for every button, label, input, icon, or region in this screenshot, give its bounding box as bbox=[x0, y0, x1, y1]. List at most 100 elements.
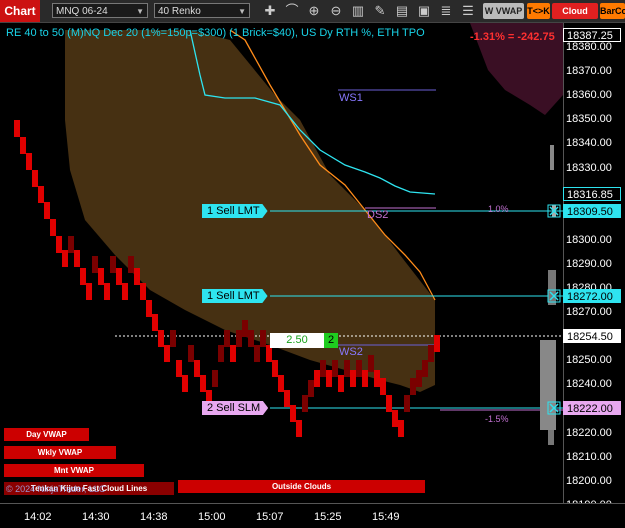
renko-brick bbox=[56, 236, 62, 253]
renko-brick bbox=[236, 330, 242, 347]
renko-brick bbox=[14, 120, 20, 137]
renko-brick bbox=[272, 360, 278, 377]
renko-brick bbox=[278, 375, 284, 392]
renko-brick bbox=[356, 360, 362, 377]
order-tag-sell-slm[interactable]: 2 Sell SLM bbox=[202, 401, 269, 415]
price-tick: 18240.00 bbox=[566, 378, 612, 391]
renko-brick bbox=[434, 335, 440, 352]
price-tick: 18300.00 bbox=[566, 233, 612, 246]
renko-brick bbox=[242, 320, 248, 337]
renko-brick bbox=[86, 283, 92, 300]
renko-brick bbox=[158, 330, 164, 347]
ws1-label: WS1 bbox=[339, 92, 363, 104]
price-tick: 18250.00 bbox=[566, 354, 612, 367]
renko-brick bbox=[308, 380, 314, 397]
price-tick: 18220.00 bbox=[566, 426, 612, 439]
renko-brick bbox=[320, 360, 326, 377]
renko-brick bbox=[410, 378, 416, 395]
price-tick: 18330.00 bbox=[566, 161, 612, 174]
renko-brick bbox=[230, 345, 236, 362]
renko-brick bbox=[200, 375, 206, 392]
renko-brick bbox=[380, 378, 386, 395]
renko-brick bbox=[164, 345, 170, 362]
renko-brick bbox=[362, 370, 368, 387]
renko-brick bbox=[20, 137, 26, 154]
renko-brick bbox=[128, 256, 134, 273]
time-tick: 14:38 bbox=[140, 511, 168, 523]
renko-brick bbox=[290, 405, 296, 422]
barco-button[interactable]: BarCo bbox=[600, 3, 625, 19]
renko-brick bbox=[260, 330, 266, 347]
renko-brick bbox=[428, 345, 434, 362]
time-tick: 15:25 bbox=[314, 511, 342, 523]
order-tag-sell-lmt-2[interactable]: 1 Sell LMT bbox=[202, 289, 268, 303]
renko-brick bbox=[74, 250, 80, 267]
renko-brick bbox=[338, 375, 344, 392]
renko-brick bbox=[386, 395, 392, 412]
renko-brick bbox=[326, 370, 332, 387]
renko-brick bbox=[32, 170, 38, 187]
position-qty[interactable]: 2 bbox=[324, 333, 338, 348]
price-tick: 18350.00 bbox=[566, 113, 612, 126]
renko-brick bbox=[146, 300, 152, 317]
price-label-top: 18387.25 bbox=[563, 28, 621, 42]
price-tick: 18210.00 bbox=[566, 450, 612, 463]
time-tick: 15:07 bbox=[256, 511, 284, 523]
price-tick: 18340.00 bbox=[566, 137, 612, 150]
price-tick: 18200.00 bbox=[566, 474, 612, 487]
chart-window: { "toolbar": { "title": "Chart", "instru… bbox=[0, 0, 625, 528]
copyright-text: © 2024 NinjaTrader, LLC bbox=[6, 484, 106, 494]
renko-brick bbox=[344, 360, 350, 377]
day-vwap-button[interactable]: Day VWAP bbox=[4, 428, 89, 441]
pct-down-label: -1.5% bbox=[485, 414, 509, 424]
position-pnl[interactable]: 2.50 bbox=[270, 333, 324, 348]
pct-up-label: 1.0% bbox=[488, 204, 509, 214]
order-tag-sell-lmt-1[interactable]: 1 Sell LMT bbox=[202, 204, 268, 218]
price-label-order2: 18272.00 bbox=[563, 289, 621, 303]
outside-clouds-button[interactable]: Outside Clouds bbox=[178, 480, 425, 493]
renko-brick bbox=[62, 250, 68, 267]
time-tick: 14:30 bbox=[82, 511, 110, 523]
renko-brick bbox=[44, 202, 50, 219]
price-label-stop: 18222.00 bbox=[563, 401, 621, 415]
renko-brick bbox=[182, 375, 188, 392]
wkly-vwap-button[interactable]: Wkly VWAP bbox=[4, 446, 116, 459]
renko-brick bbox=[368, 355, 374, 372]
renko-brick bbox=[254, 345, 260, 362]
price-tick: 18290.00 bbox=[566, 257, 612, 270]
renko-brick bbox=[170, 330, 176, 347]
renko-brick bbox=[392, 410, 398, 427]
renko-brick bbox=[314, 370, 320, 387]
time-tick: 15:00 bbox=[198, 511, 226, 523]
price-label-order1: 18309.50 bbox=[563, 204, 621, 218]
renko-brick bbox=[224, 330, 230, 347]
renko-brick bbox=[188, 345, 194, 362]
renko-brick bbox=[50, 219, 56, 236]
renko-brick bbox=[212, 370, 218, 387]
renko-brick bbox=[140, 283, 146, 300]
renko-brick bbox=[422, 360, 428, 377]
time-tick: 14:02 bbox=[24, 511, 52, 523]
renko-brick bbox=[110, 256, 116, 273]
renko-brick bbox=[104, 283, 110, 300]
price-label-last: 18254.50 bbox=[563, 329, 621, 343]
price-label-cyan: 18316.85 bbox=[563, 187, 621, 201]
chart-info: RE 40 to 50 (M)NQ Dec 20 (1%=150p=$300) … bbox=[6, 27, 425, 39]
renko-brick bbox=[122, 283, 128, 300]
price-tick: 18360.00 bbox=[566, 89, 612, 102]
renko-brick bbox=[416, 370, 422, 387]
renko-brick bbox=[134, 268, 140, 285]
renko-brick bbox=[68, 236, 74, 253]
renko-brick bbox=[98, 268, 104, 285]
renko-brick bbox=[92, 256, 98, 273]
renko-brick bbox=[350, 370, 356, 387]
renko-brick bbox=[116, 268, 122, 285]
mnt-vwap-button[interactable]: Mnt VWAP bbox=[4, 464, 144, 477]
renko-brick bbox=[38, 186, 44, 203]
time-tick: 15:49 bbox=[372, 511, 400, 523]
renko-brick bbox=[176, 360, 182, 377]
renko-brick bbox=[296, 420, 302, 437]
renko-brick bbox=[248, 330, 254, 347]
renko-brick bbox=[80, 268, 86, 285]
price-tick: 18370.00 bbox=[566, 65, 612, 78]
